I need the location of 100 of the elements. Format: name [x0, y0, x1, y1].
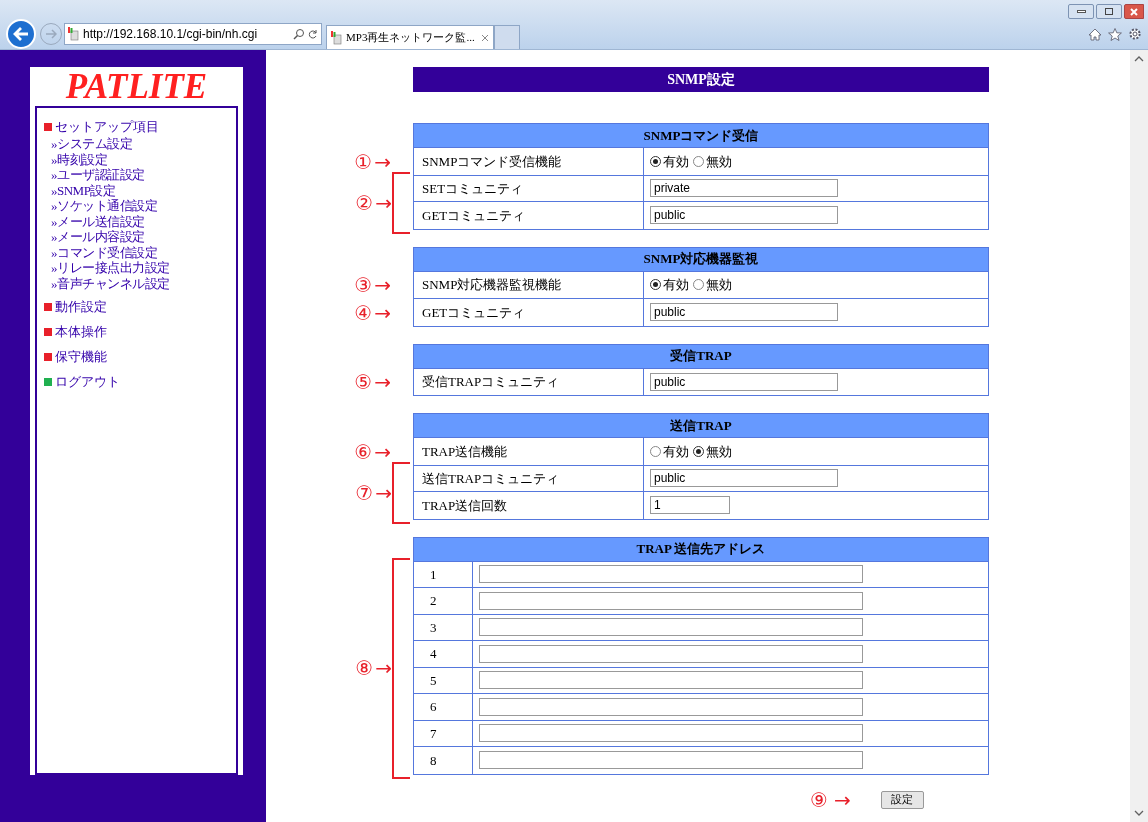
field-label: SNMP対応機器監視機能: [422, 276, 562, 294]
field-label: 4: [430, 645, 437, 663]
submenu-link[interactable]: »リレー接点出力設定: [51, 260, 170, 275]
scroll-up-icon[interactable]: [1134, 56, 1144, 62]
section-header: 受信TRAP: [413, 343, 989, 369]
radio-button[interactable]: [693, 445, 704, 457]
scroll-down-icon[interactable]: [1134, 810, 1144, 816]
radio-button[interactable]: [650, 279, 661, 291]
back-button[interactable]: [6, 19, 36, 49]
section-header: TRAP 送信先アドレス: [413, 536, 989, 562]
callout-number: ⑤: [354, 372, 373, 393]
back-arrow-icon: [13, 27, 29, 41]
callout-arrow: →: [374, 372, 391, 393]
submit-button[interactable]: 設定: [880, 790, 924, 809]
field-label: GETコミュニティ: [422, 206, 526, 225]
radio-label: 無効: [706, 276, 732, 294]
field-label: 送信TRAPコミュニティ: [422, 469, 560, 488]
bracket-line: [392, 461, 410, 524]
radio-button[interactable]: [693, 279, 704, 291]
callout-arrow: →: [375, 192, 392, 213]
callout-number: ②: [355, 192, 374, 213]
text-field[interactable]: public: [650, 303, 838, 322]
radio-label: 無効: [706, 442, 732, 461]
star-icon[interactable]: [1108, 27, 1122, 41]
callout-number: ⑥: [354, 441, 373, 462]
section-header: 送信TRAP: [413, 413, 989, 438]
close-icon: [1130, 7, 1138, 16]
address-field[interactable]: [479, 618, 863, 637]
submenu-link[interactable]: »音声チャンネル設定: [51, 275, 170, 291]
scrollbar[interactable]: [1130, 50, 1148, 822]
callout-number: ⑧: [355, 658, 374, 678]
address-field[interactable]: [479, 697, 863, 716]
submenu-link[interactable]: »システム設定: [51, 136, 132, 151]
address-field[interactable]: [479, 565, 863, 584]
minimize-button[interactable]: [1068, 4, 1094, 19]
tab-title: MP3再生ネットワーク監...: [346, 30, 475, 46]
callout-arrow: →: [374, 151, 391, 172]
callout-number: ⑦: [355, 482, 374, 503]
section-header: SNMPコマンド受信: [413, 123, 989, 148]
menu-link[interactable]: 動作設定: [55, 298, 107, 315]
settings-icon[interactable]: [1128, 27, 1142, 41]
restore-button[interactable]: [1096, 4, 1122, 19]
count-field[interactable]: 1: [650, 496, 730, 515]
text-field[interactable]: public: [650, 469, 838, 488]
field-label: GETコミュニティ: [422, 303, 526, 322]
section-header: SNMP対応機器監視: [413, 246, 989, 272]
callout-arrow: →: [374, 275, 391, 296]
close-button[interactable]: [1124, 4, 1144, 19]
submenu-link[interactable]: »コマンド受信設定: [51, 244, 157, 260]
radio-button[interactable]: [693, 155, 704, 167]
menu-link[interactable]: セットアップ項目: [55, 118, 159, 135]
address-field[interactable]: [479, 591, 863, 610]
radio-label: 有効: [663, 276, 689, 294]
text-field[interactable]: public: [650, 206, 838, 225]
address-field[interactable]: [479, 671, 863, 690]
submenu-link[interactable]: »ユーザ認証設定: [51, 167, 145, 182]
callout-number: ⑨: [810, 789, 828, 810]
callout-arrow: →: [374, 302, 391, 323]
home-icon[interactable]: [1088, 27, 1102, 41]
browser-tab[interactable]: MP3再生ネットワーク監...: [326, 25, 494, 49]
logo: PATLITE: [65, 69, 208, 104]
address-field[interactable]: [479, 644, 863, 663]
submenu-link[interactable]: »時刻設定: [51, 151, 107, 167]
bracket-line: [392, 171, 410, 234]
address-field[interactable]: [479, 724, 863, 743]
field-label: 6: [430, 698, 437, 716]
callout-number: ③: [354, 275, 373, 296]
search-icon: [293, 28, 305, 40]
field-label: 3: [430, 618, 437, 637]
page-title-bar: SNMP設定: [413, 67, 989, 92]
address-text: http://192.168.10.1/cgi-bin/nh.cgi: [83, 26, 258, 43]
callout-arrow: →: [375, 658, 392, 678]
submenu-link[interactable]: »メール内容設定: [51, 229, 145, 244]
menu-link[interactable]: 保守機能: [55, 348, 107, 365]
page-icon: [331, 30, 343, 45]
field-label: 8: [430, 751, 437, 770]
address-field[interactable]: [479, 751, 863, 770]
menu-link[interactable]: 本体操作: [55, 323, 107, 340]
field-label: TRAP送信回数: [422, 496, 508, 515]
text-field[interactable]: public: [650, 372, 838, 391]
field-label: 受信TRAPコミュニティ: [422, 373, 560, 391]
callout-arrow: →: [374, 441, 391, 462]
submenu-link[interactable]: »SNMP設定: [51, 182, 116, 198]
radio-button[interactable]: [650, 445, 661, 457]
submenu-link[interactable]: »メール送信設定: [51, 213, 145, 229]
field-label: 1: [430, 565, 437, 584]
new-tab-button[interactable]: [494, 25, 520, 49]
field-label: 7: [430, 724, 437, 743]
menu-link[interactable]: ログアウト: [55, 373, 120, 390]
callout-number: ④: [354, 302, 373, 323]
submenu-link[interactable]: »ソケット通信設定: [51, 198, 157, 213]
forward-arrow-icon: [45, 29, 57, 39]
callout-number: ①: [354, 151, 373, 172]
text-field[interactable]: private: [650, 179, 838, 198]
radio-label: 有効: [663, 152, 689, 171]
page-icon: [68, 27, 80, 41]
radio-button[interactable]: [650, 155, 661, 167]
close-icon[interactable]: [481, 33, 489, 42]
address-bar[interactable]: http://192.168.10.1/cgi-bin/nh.cgi: [64, 23, 322, 45]
field-label: 2: [430, 592, 437, 610]
